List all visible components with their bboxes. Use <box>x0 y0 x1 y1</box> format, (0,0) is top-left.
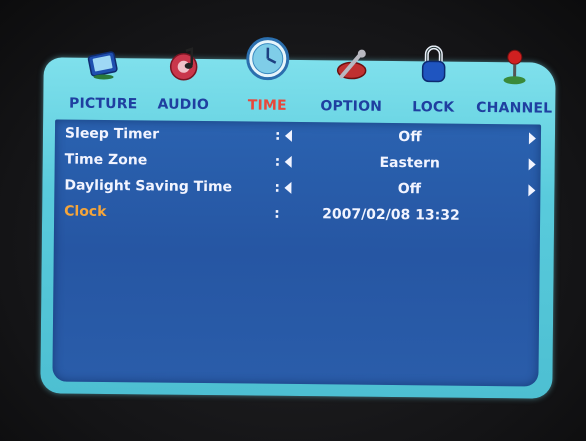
arrow-right-icon[interactable] <box>528 158 536 171</box>
tab-channel[interactable]: CHANNEL <box>473 49 556 123</box>
tab-label-time: TIME <box>247 97 287 114</box>
arrow-left-icon[interactable] <box>284 129 293 142</box>
tab-picture[interactable]: PICTURE <box>63 51 144 119</box>
tab-label-audio: AUDIO <box>157 96 210 114</box>
setting-label: Daylight Saving Time <box>64 177 233 196</box>
arrow-left-icon[interactable] <box>284 155 292 168</box>
setting-value: Off <box>397 181 422 198</box>
menu-tab-bar: PICTURE AUDIO TIME OPTION LOCK CHANNEL <box>43 37 556 123</box>
tab-audio[interactable]: AUDIO <box>143 47 224 119</box>
row-clock[interactable]: Clock : 2007/02/08 13:32 <box>54 199 540 228</box>
music-icon <box>165 47 201 89</box>
arrow-right-icon[interactable] <box>528 184 536 197</box>
separator-colon: : <box>274 205 280 222</box>
joystick-icon <box>499 48 529 92</box>
row-time-zone[interactable]: Time Zone : Eastern <box>55 147 541 176</box>
tab-time[interactable]: TIME <box>227 37 308 120</box>
row-daylight-saving-time[interactable]: Daylight Saving Time : Off <box>54 173 540 202</box>
tab-lock[interactable]: LOCK <box>395 45 472 122</box>
separator-colon: : <box>274 127 281 144</box>
tv-icon <box>85 46 121 86</box>
row-sleep-timer[interactable]: Sleep Timer : Off <box>55 121 541 150</box>
setting-value: Eastern <box>379 154 440 172</box>
tab-label-option: OPTION <box>320 98 383 115</box>
setting-label: Clock <box>64 203 107 220</box>
separator-colon: : <box>274 153 281 170</box>
setting-value: Off <box>398 129 422 146</box>
setting-label: Time Zone <box>64 151 148 169</box>
wrench-icon <box>331 46 371 88</box>
clock-value: 2007/02/08 13:32 <box>322 206 460 224</box>
separator-colon: : <box>274 179 281 196</box>
arrow-right-icon[interactable] <box>528 132 537 145</box>
settings-panel: Sleep Timer : Off Time Zone : Eastern Da… <box>52 119 542 387</box>
osd-menu: PICTURE AUDIO TIME OPTION LOCK CHANNEL S… <box>40 37 556 399</box>
tab-label-picture: PICTURE <box>69 95 138 113</box>
setting-label: Sleep Timer <box>64 125 160 143</box>
tab-label-channel: CHANNEL <box>476 99 553 117</box>
padlock-icon <box>418 45 448 89</box>
tab-option[interactable]: OPTION <box>311 49 392 121</box>
tab-label-lock: LOCK <box>412 99 455 116</box>
arrow-left-icon[interactable] <box>284 181 292 194</box>
clock-icon <box>244 35 291 85</box>
